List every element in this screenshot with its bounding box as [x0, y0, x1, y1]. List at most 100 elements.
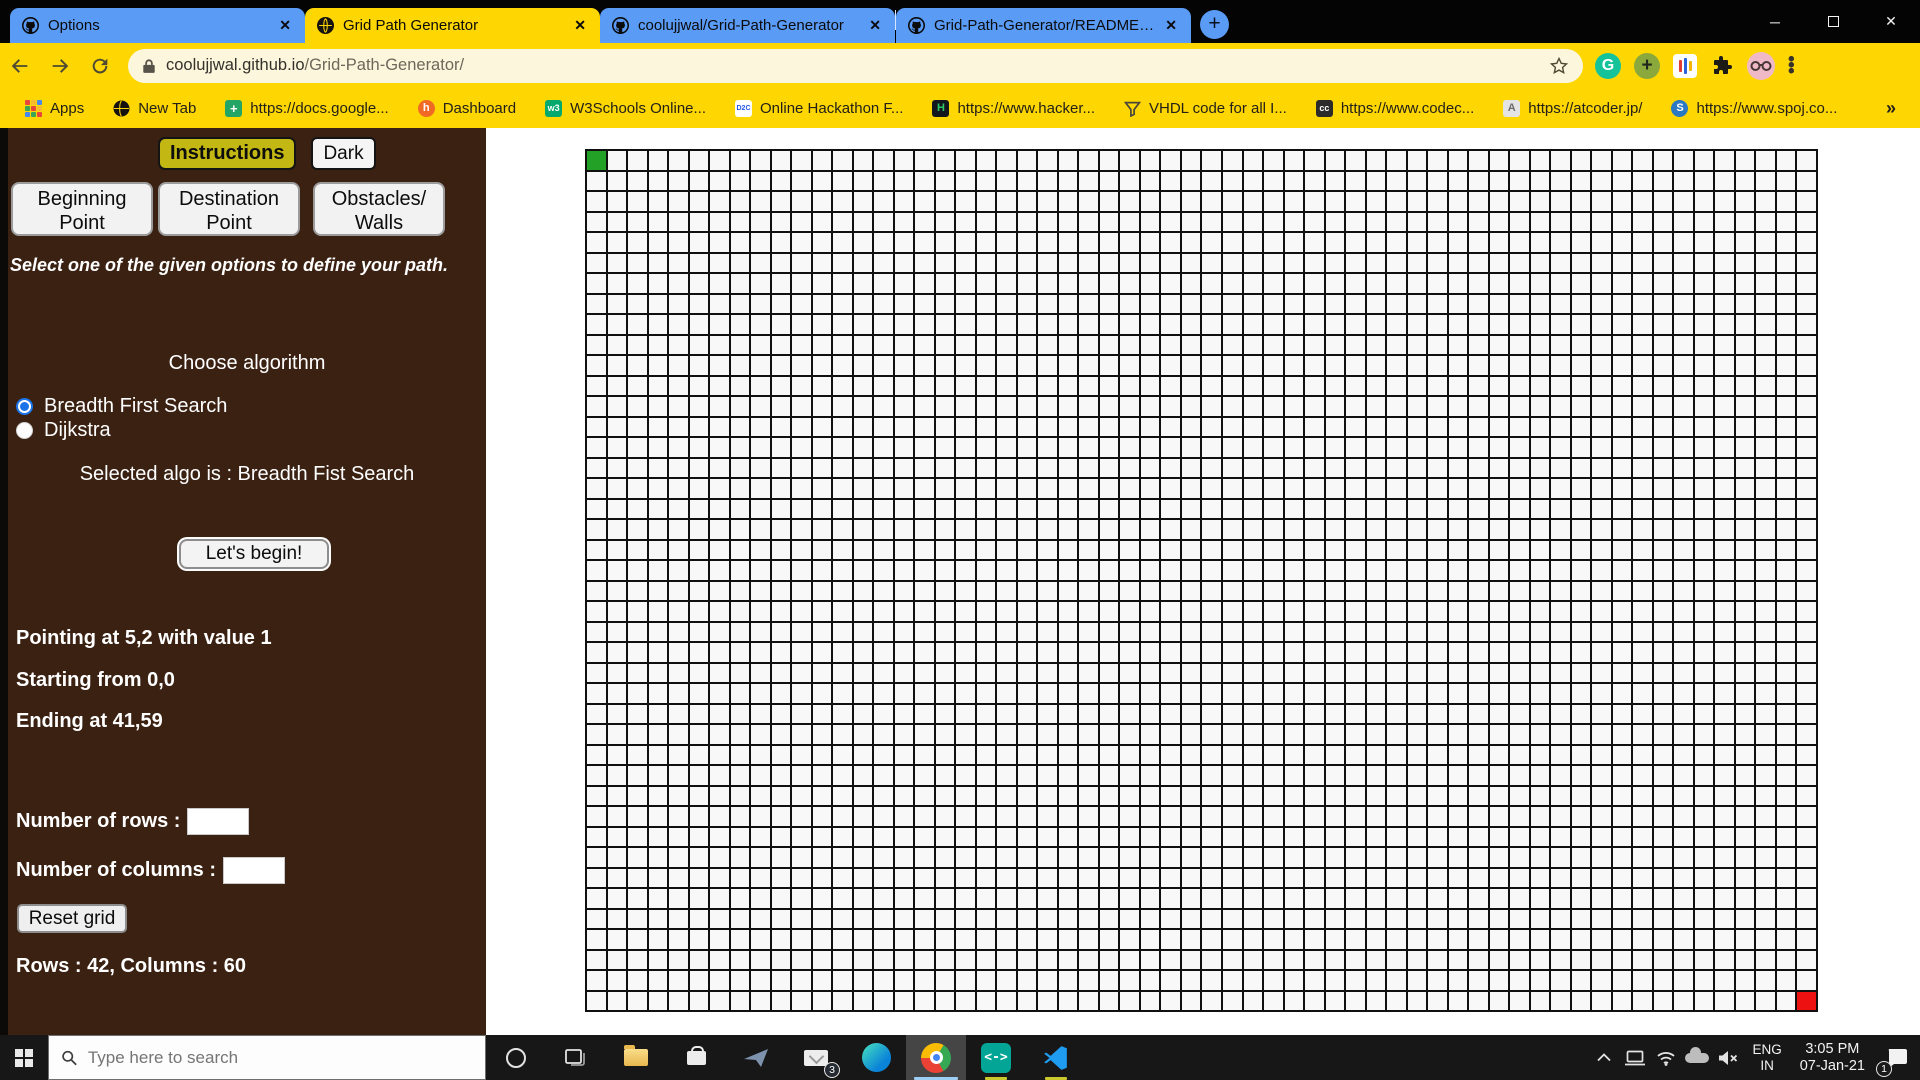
grid-cell[interactable] [1202, 295, 1221, 314]
grid-cell[interactable] [1654, 479, 1673, 498]
grid-cell[interactable] [1367, 377, 1386, 396]
grid-cell[interactable] [1100, 479, 1119, 498]
grid-cell[interactable] [977, 643, 996, 662]
grid-cell[interactable] [813, 213, 832, 232]
grid-cell[interactable] [669, 356, 688, 375]
grid-cell[interactable] [1141, 623, 1160, 642]
code-app-button[interactable]: <-> [966, 1035, 1026, 1080]
grid-cell[interactable] [731, 274, 750, 293]
grid-cell[interactable] [956, 151, 975, 170]
grid-cell[interactable] [1449, 418, 1468, 437]
grid-cell[interactable] [1428, 192, 1447, 211]
grid-cell[interactable] [1223, 397, 1242, 416]
grid-cell[interactable] [1551, 172, 1570, 191]
grid-cell[interactable] [1592, 828, 1611, 847]
grid-cell[interactable] [772, 377, 791, 396]
grid-cell[interactable] [1654, 356, 1673, 375]
grid-cell[interactable] [649, 930, 668, 949]
grid-cell[interactable] [1551, 336, 1570, 355]
grid-cell[interactable] [1346, 930, 1365, 949]
grid-cell[interactable] [936, 910, 955, 929]
grid-cell[interactable] [772, 561, 791, 580]
grid-cell[interactable] [1551, 705, 1570, 724]
grid-cell[interactable] [731, 254, 750, 273]
grid-cell[interactable] [1633, 869, 1652, 888]
grid-cell[interactable] [1551, 397, 1570, 416]
grid-cell[interactable] [731, 459, 750, 478]
grid-cell[interactable] [1305, 479, 1324, 498]
grid-cell[interactable] [1695, 295, 1714, 314]
grid-cell[interactable] [1736, 643, 1755, 662]
grid-cell[interactable] [1510, 848, 1529, 867]
grid-cell[interactable] [1490, 479, 1509, 498]
grid-cell[interactable] [1367, 664, 1386, 683]
grid-cell[interactable] [1244, 992, 1263, 1011]
grid-cell[interactable] [915, 602, 934, 621]
grid-cell[interactable] [833, 356, 852, 375]
grid-cell[interactable] [1756, 951, 1775, 970]
grid-cell[interactable] [895, 766, 914, 785]
grid-cell[interactable] [1531, 643, 1550, 662]
grid-cell[interactable] [751, 582, 770, 601]
grid-cell[interactable] [1059, 520, 1078, 539]
grid-cell[interactable] [1223, 315, 1242, 334]
grid-cell[interactable] [1715, 151, 1734, 170]
grid-cell[interactable] [1408, 274, 1427, 293]
grid-cell[interactable] [936, 992, 955, 1011]
grid-cell[interactable] [956, 930, 975, 949]
grid-cell[interactable] [1715, 479, 1734, 498]
grid-cell[interactable] [1469, 746, 1488, 765]
grid-cell[interactable] [608, 828, 627, 847]
grid-cell[interactable] [669, 766, 688, 785]
grid-cell[interactable] [1202, 869, 1221, 888]
grid-cell[interactable] [977, 992, 996, 1011]
grid-cell[interactable] [1285, 992, 1304, 1011]
grid-cell[interactable] [1326, 664, 1345, 683]
grid-cell[interactable] [751, 151, 770, 170]
grid-cell[interactable] [1674, 336, 1693, 355]
grid-cell[interactable] [772, 274, 791, 293]
grid-cell[interactable] [1367, 910, 1386, 929]
grid-cell[interactable] [833, 274, 852, 293]
grid-cell[interactable] [956, 664, 975, 683]
grid-cell[interactable] [1018, 869, 1037, 888]
grid-cell[interactable] [1756, 602, 1775, 621]
grid-cell[interactable] [690, 746, 709, 765]
grid-cell[interactable] [997, 684, 1016, 703]
grid-cell[interactable] [833, 869, 852, 888]
grid-cell[interactable] [1141, 602, 1160, 621]
grid-cell[interactable] [1674, 623, 1693, 642]
algorithm-option-dijkstra[interactable]: Dijkstra [16, 419, 111, 442]
grid-cell[interactable] [1715, 213, 1734, 232]
grid-cell[interactable] [936, 787, 955, 806]
grid-cell[interactable] [1285, 479, 1304, 498]
grid-cell[interactable] [1469, 725, 1488, 744]
grid-cell[interactable] [1674, 971, 1693, 990]
grid-cell[interactable] [669, 213, 688, 232]
grid-cell[interactable] [1346, 520, 1365, 539]
grid-cell[interactable] [833, 418, 852, 437]
grid-cell[interactable] [710, 438, 729, 457]
grid-cell[interactable] [1572, 807, 1591, 826]
grid-cell[interactable] [1038, 438, 1057, 457]
grid-cell[interactable] [1592, 274, 1611, 293]
grid-cell[interactable] [1633, 192, 1652, 211]
grid-cell[interactable] [792, 295, 811, 314]
grid-cell[interactable] [1674, 951, 1693, 970]
grid-cell[interactable] [1244, 336, 1263, 355]
grid-cell[interactable] [1346, 623, 1365, 642]
grid-cell[interactable] [1079, 869, 1098, 888]
grid-cell[interactable] [874, 889, 893, 908]
grid-cell[interactable] [936, 397, 955, 416]
grid-cell[interactable] [1018, 602, 1037, 621]
grid-cell[interactable] [1695, 807, 1714, 826]
grid-cell[interactable] [1654, 500, 1673, 519]
grid-cell[interactable] [1223, 459, 1242, 478]
grid-cell[interactable] [587, 438, 606, 457]
grid-cell[interactable] [1449, 807, 1468, 826]
grid-cell[interactable] [936, 971, 955, 990]
grid-cell[interactable] [997, 561, 1016, 580]
grid-cell[interactable] [1059, 356, 1078, 375]
grid-cell[interactable] [1551, 541, 1570, 560]
grid-cell[interactable] [1449, 869, 1468, 888]
